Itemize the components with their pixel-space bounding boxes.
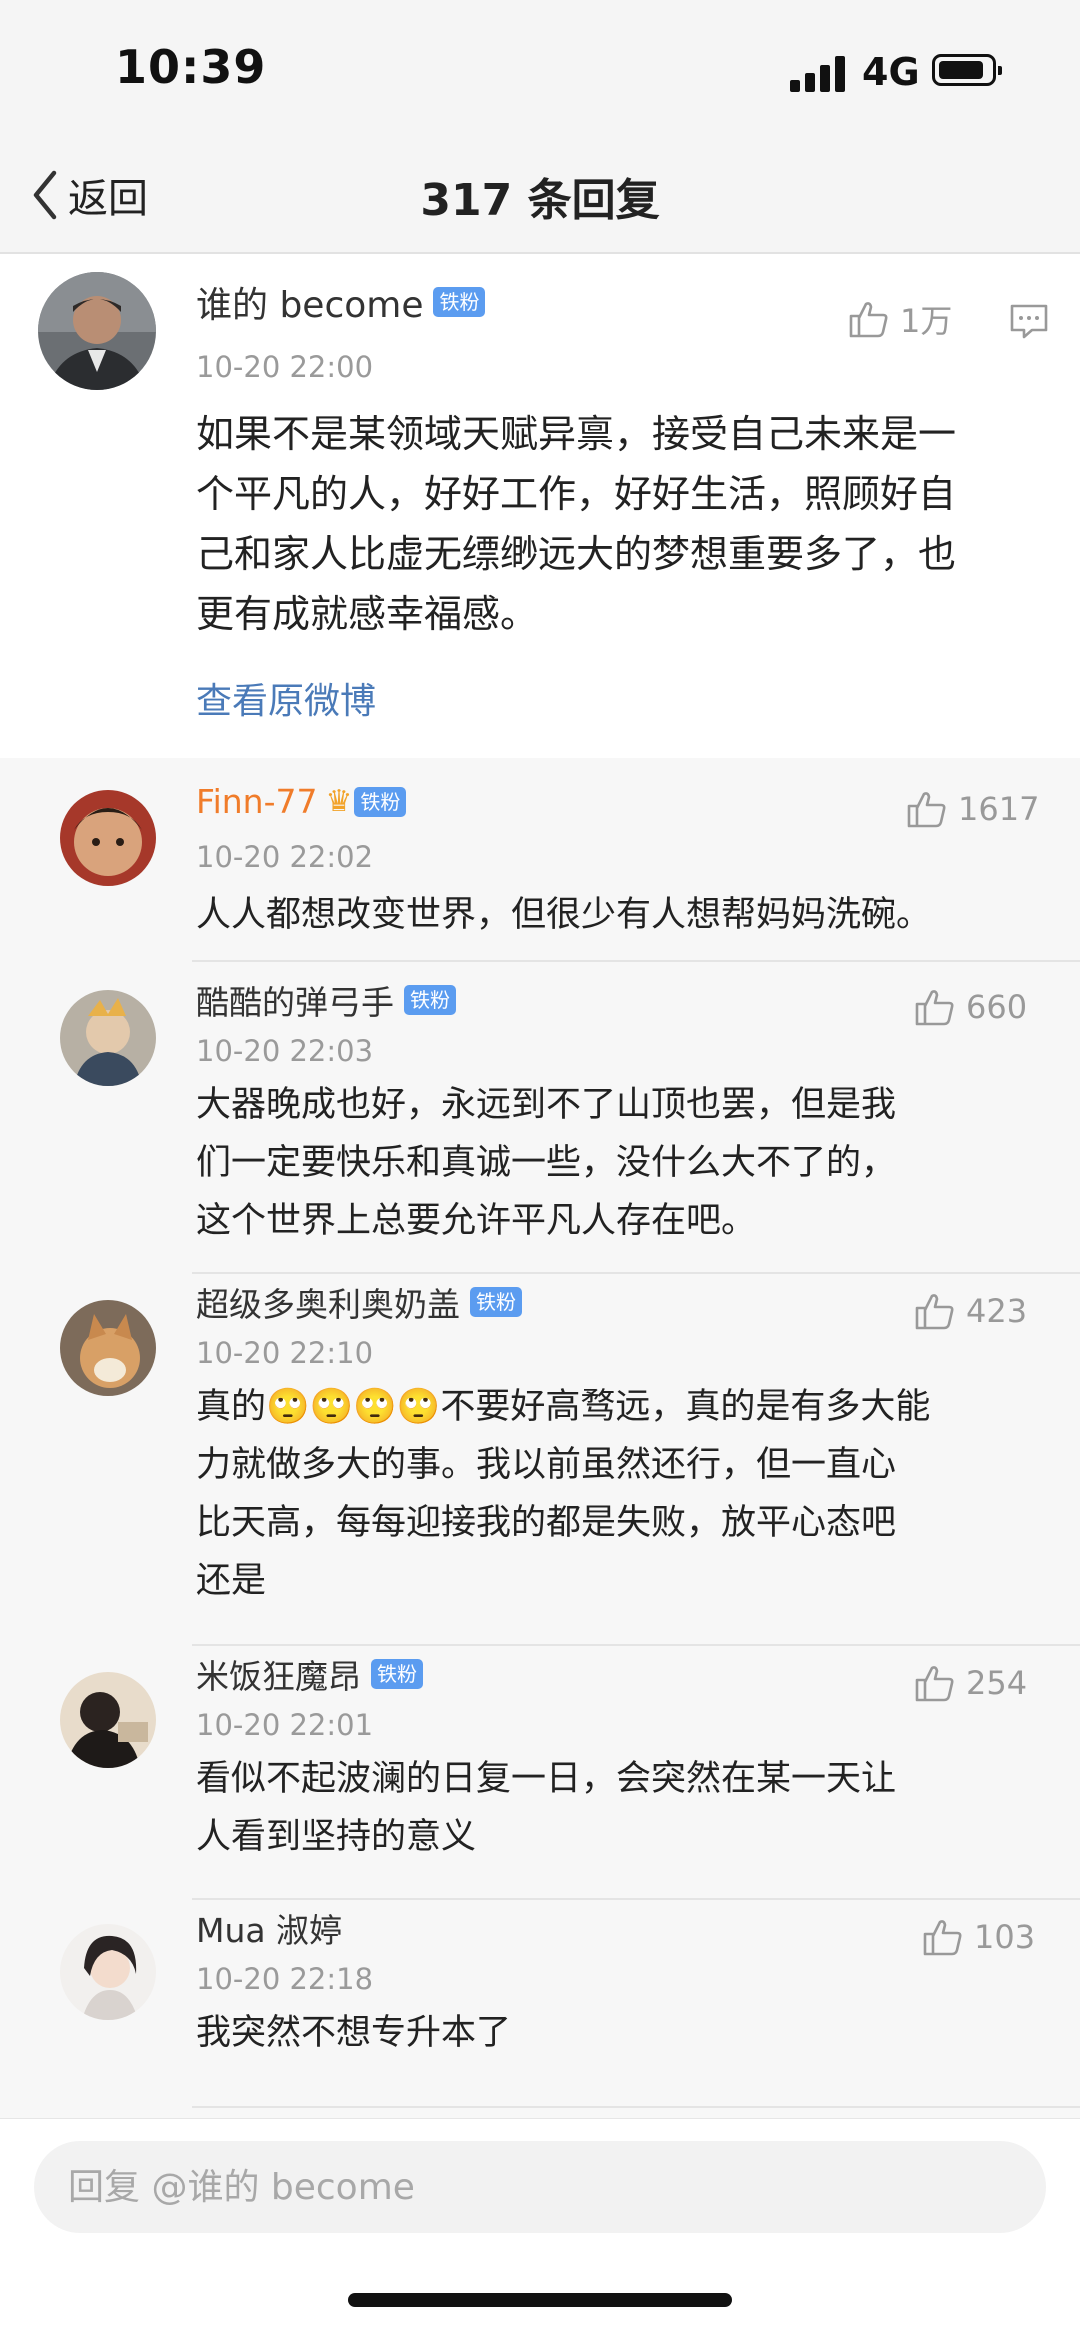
avatar[interactable] — [60, 790, 156, 886]
divider — [192, 2106, 1080, 2108]
cellular-signal-icon — [790, 56, 846, 92]
username-text: 谁的 become — [196, 285, 424, 326]
username[interactable]: 酷酷的弹弓手 铁粉 — [196, 976, 456, 1024]
view-original-link[interactable]: 查看原微博 — [196, 672, 376, 724]
like-button[interactable]: 254 — [914, 1662, 1027, 1704]
comment-text: 我突然不想专升本了 — [196, 2013, 512, 2053]
avatar[interactable] — [60, 990, 156, 1086]
home-indicator[interactable] — [348, 2293, 732, 2307]
like-count: 254 — [966, 1664, 1028, 1702]
timestamp: 10-20 22:01 — [196, 1708, 374, 1742]
list-item: 超级多奥利奥奶盖 铁粉 10-20 22:10 423 真的🙄🙄🙄🙄不要好高骛远… — [0, 1274, 1080, 1646]
like-count: 660 — [966, 988, 1028, 1026]
like-button[interactable]: 660 — [914, 986, 1027, 1028]
crown-icon: ♛ — [325, 784, 353, 819]
comment-text: 真的🙄🙄🙄🙄不要好高骛远，真的是有多大能 力就做多大的事。我以前虽然还行，但一直… — [196, 1387, 931, 1601]
comment-text: 看似不起波澜的日复一日，会突然在某一天让 人看到坚持的意义 — [196, 1759, 897, 1857]
comment-text: 大器晚成也好，永远到不了山顶也罢，但是我 们一定要快乐和真诚一些，没什么大不了的… — [196, 1085, 897, 1241]
navigation-bar: 返回 317 条回复 — [0, 140, 1080, 254]
status-time: 10:39 — [115, 40, 267, 94]
fan-badge: 铁粉 — [371, 1659, 423, 1689]
root-comment: 谁的 become 铁粉 10-20 22:00 1万 如果不是某领域天赋异禀，… — [0, 254, 1080, 758]
list-item: 米饭狂魔昂 铁粉 10-20 22:01 254 看似不起波澜的日复一日，会突然… — [0, 1646, 1080, 1900]
username[interactable]: Finn-77 ♛ 铁粉 — [196, 782, 407, 821]
username[interactable]: 超级多奥利奥奶盖 铁粉 — [196, 1278, 522, 1326]
username-text: Finn-77 — [196, 782, 318, 821]
thumbs-up-icon — [915, 1294, 954, 1330]
avatar[interactable] — [60, 1300, 156, 1396]
timestamp: 10-20 22:03 — [196, 1034, 374, 1068]
network-type: 4G — [862, 50, 920, 94]
status-bar: 10:39 4G — [0, 0, 1080, 140]
reply-input[interactable] — [34, 2141, 1046, 2233]
username-text: Mua 淑婷 — [196, 1911, 343, 1950]
timestamp: 10-20 22:18 — [196, 1962, 374, 1996]
username-text: 酷酷的弹弓手 — [196, 983, 394, 1022]
like-count: 1617 — [958, 790, 1040, 828]
like-button[interactable]: 1617 — [906, 788, 1039, 830]
list-item: 酷酷的弹弓手 铁粉 10-20 22:03 660 大器晚成也好，永远到不了山顶… — [0, 962, 1080, 1274]
list-item: Finn-77 ♛ 铁粉 10-20 22:02 1617 人人都想改变世界，但… — [0, 758, 1080, 962]
list-item: Mua 淑婷 10-20 22:18 103 我突然不想专升本了 — [0, 1900, 1080, 2112]
fan-badge: 铁粉 — [354, 786, 407, 817]
like-count: 103 — [974, 1918, 1036, 1956]
timestamp: 10-20 22:02 — [196, 840, 374, 874]
timestamp: 10-20 22:00 — [196, 350, 374, 384]
comment-text: 人人都想改变世界，但很少有人想帮妈妈洗碗。 — [196, 895, 932, 935]
like-count: 1万 — [900, 302, 953, 340]
thumbs-up-icon — [907, 792, 946, 828]
avatar[interactable] — [60, 1672, 156, 1768]
battery-icon — [932, 54, 1002, 86]
comment-icon[interactable] — [1008, 300, 1050, 342]
username-text: 超级多奥利奥奶盖 — [196, 1285, 460, 1324]
fan-badge: 铁粉 — [404, 985, 456, 1015]
thumbs-up-icon — [915, 990, 954, 1026]
like-count: 423 — [966, 1292, 1028, 1330]
username-text: 米饭狂魔昂 — [196, 1657, 361, 1696]
page-title: 317 条回复 — [420, 175, 660, 226]
thumbs-up-icon — [923, 1920, 962, 1956]
fan-badge: 铁粉 — [433, 287, 486, 317]
username[interactable]: 米饭狂魔昂 铁粉 — [196, 1650, 423, 1698]
timestamp: 10-20 22:10 — [196, 1336, 374, 1370]
avatar[interactable] — [38, 272, 156, 390]
like-button[interactable]: 423 — [914, 1290, 1027, 1332]
like-button[interactable]: 1万 — [848, 296, 952, 342]
username[interactable]: 谁的 become 铁粉 — [196, 276, 486, 328]
thumbs-up-icon — [849, 302, 888, 338]
fan-badge: 铁粉 — [470, 1287, 522, 1317]
thumbs-up-icon — [915, 1666, 954, 1702]
username[interactable]: Mua 淑婷 — [196, 1904, 342, 1952]
avatar[interactable] — [60, 1924, 156, 2020]
like-button[interactable]: 103 — [922, 1916, 1035, 1958]
comment-text: 如果不是某领域天赋异禀，接受自己未来是一 个平凡的人，好好工作，好好生活，照顾好… — [196, 412, 957, 636]
